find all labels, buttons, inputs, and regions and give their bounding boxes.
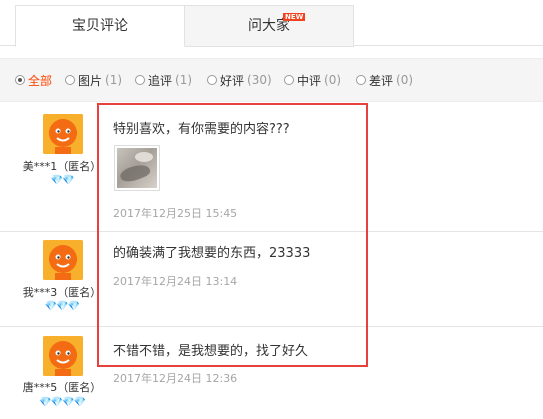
avatar-mascot-icon: [43, 336, 83, 376]
filter-label: 差评: [369, 73, 394, 88]
tab-bar: 宝贝评论 问大家 NEW: [0, 0, 543, 47]
avatar[interactable]: [43, 336, 83, 376]
filter-label: 中评: [297, 73, 322, 88]
radio-icon[interactable]: [65, 75, 75, 85]
review-date: 2017年12月24日 13:14: [113, 275, 238, 288]
filter-count: (1): [175, 73, 193, 87]
review-image-thumbnail[interactable]: [114, 145, 160, 191]
radio-icon[interactable]: [356, 75, 366, 85]
reviewer-name: 美***1（匿名）: [22, 160, 102, 173]
review-text: 的确装满了我想要的东西，23333: [113, 246, 311, 261]
reviewer-name: 我***3（匿名）: [22, 286, 102, 299]
filter-count: (0): [396, 73, 414, 87]
filter-label: 好评: [220, 73, 245, 88]
radio-icon[interactable]: [15, 75, 25, 85]
filter-all[interactable]: 全部: [15, 72, 52, 88]
credit-rank-icons: 💎💎💎: [44, 301, 80, 312]
filter-bar: 全部 图片 (1) 追评 (1) 好评 (30) 中评 (0) 差评 (0): [0, 58, 543, 102]
row-divider: [0, 231, 543, 232]
review-date: 2017年12月25日 15:45: [113, 207, 238, 220]
filter-count: (30): [247, 73, 272, 87]
filter-positive[interactable]: 好评 (30): [207, 72, 272, 88]
avatar-mascot-icon: [43, 114, 83, 154]
filter-count: (1): [105, 73, 123, 87]
avatar[interactable]: [43, 114, 83, 154]
highlight-box: [97, 103, 368, 367]
filter-neutral[interactable]: 中评 (0): [284, 72, 341, 88]
filter-negative[interactable]: 差评 (0): [356, 72, 413, 88]
review-text: 特别喜欢，有你需要的内容???: [113, 122, 290, 137]
avatar-mascot-icon: [43, 240, 83, 280]
reviewer-name: 唐***5（匿名）: [22, 381, 102, 394]
row-divider: [0, 326, 543, 327]
radio-icon[interactable]: [284, 75, 294, 85]
filter-images[interactable]: 图片 (1): [65, 72, 122, 88]
filter-count: (0): [324, 73, 342, 87]
avatar[interactable]: [43, 240, 83, 280]
credit-rank-icons: 💎💎: [50, 175, 75, 186]
radio-icon[interactable]: [135, 75, 145, 85]
review-text: 不错不错，是我想要的，找了好久: [113, 344, 309, 359]
filter-label: 图片: [78, 73, 103, 88]
tab-reviews[interactable]: 宝贝评论: [15, 5, 185, 47]
review-date: 2017年12月24日 12:36: [113, 372, 238, 385]
filter-label: 全部: [28, 73, 53, 88]
new-badge: NEW: [283, 13, 306, 21]
review-photo: [117, 148, 157, 188]
radio-icon[interactable]: [207, 75, 217, 85]
tab-ask-everyone[interactable]: 问大家 NEW: [185, 5, 354, 47]
credit-rank-icons: 💎💎💎💎: [39, 397, 86, 408]
review-panel: 宝贝评论 问大家 NEW 全部 图片 (1) 追评 (1) 好评 (30) 中评…: [0, 0, 543, 419]
tab-reviews-label: 宝贝评论: [72, 18, 128, 34]
filter-follow-up[interactable]: 追评 (1): [135, 72, 192, 88]
filter-label: 追评: [148, 73, 173, 88]
